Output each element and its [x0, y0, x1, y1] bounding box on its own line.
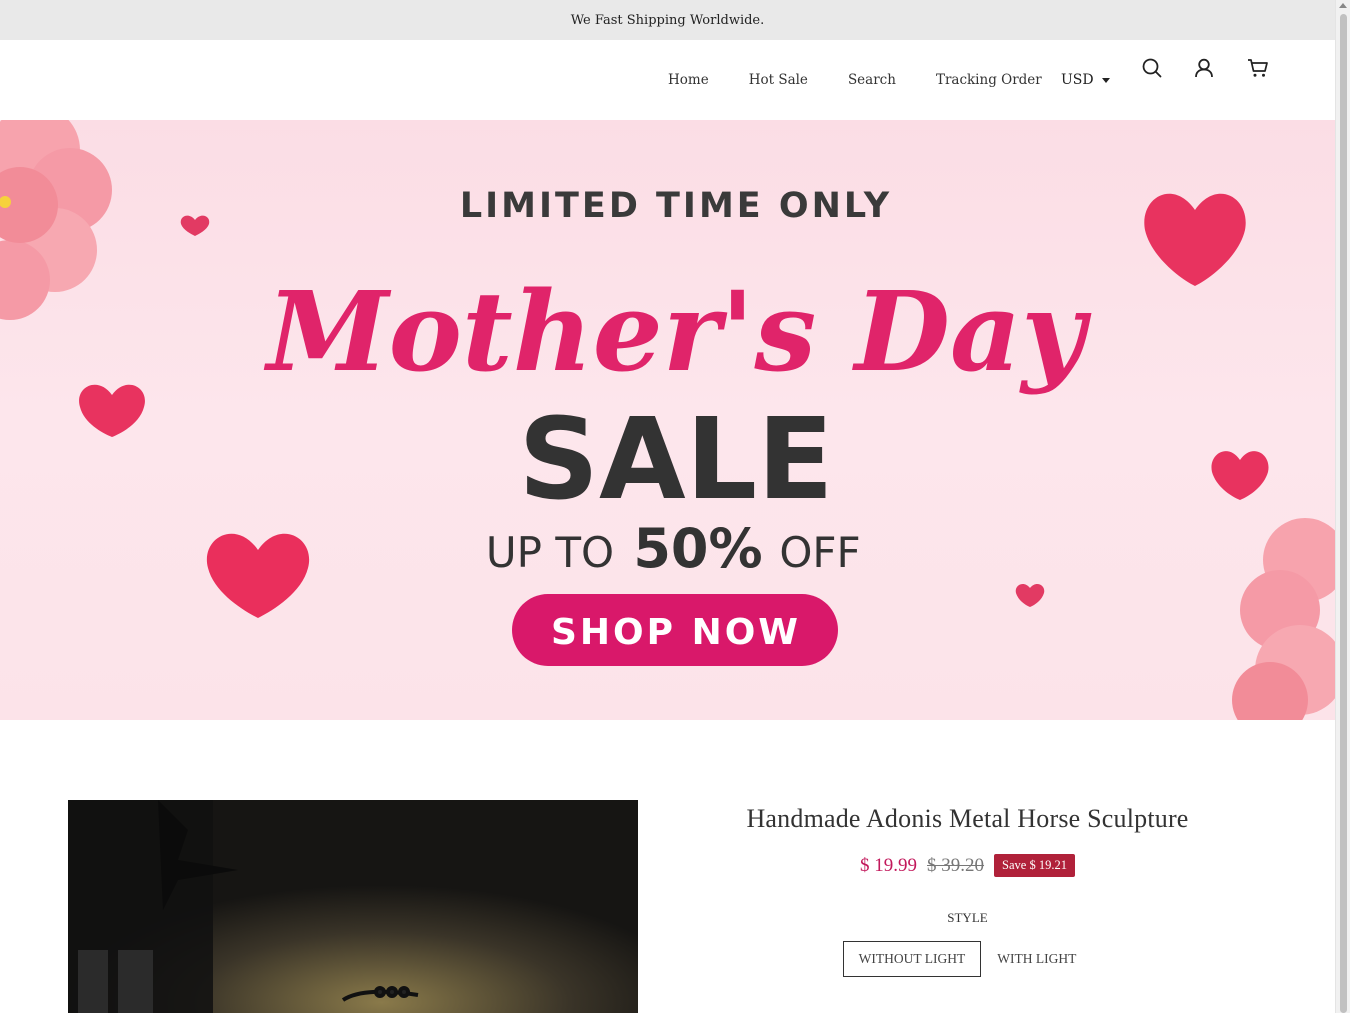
currency-value: USD: [1061, 72, 1094, 88]
currency-selector[interactable]: USD: [1061, 40, 1110, 120]
announcement-bar: We Fast Shipping Worldwide.: [0, 0, 1335, 40]
nav-tracking-order[interactable]: Tracking Order: [936, 72, 1042, 88]
product-title: Handmade Adonis Metal Horse Sculpture: [746, 804, 1189, 833]
nav-search[interactable]: Search: [848, 72, 896, 88]
save-badge: Save $ 19.21: [994, 854, 1075, 877]
banner-artwork: LIMITED TIME ONLY Mother's Day SALE UP T…: [0, 120, 1335, 720]
product-info: Handmade Adonis Metal Horse Sculpture $ …: [640, 800, 1295, 977]
banner-percent: 50%: [633, 517, 762, 580]
product-photo: [68, 800, 638, 1013]
product-section: Handmade Adonis Metal Horse Sculpture $ …: [0, 720, 1335, 1013]
nav-home[interactable]: Home: [668, 72, 709, 88]
option-with-light[interactable]: WITH LIGHT: [981, 941, 1092, 977]
chevron-down-icon: [1101, 77, 1110, 83]
cart-icon[interactable]: [1247, 57, 1269, 79]
style-options: WITHOUT LIGHT WITH LIGHT: [640, 941, 1295, 977]
banner-off: OFF: [779, 528, 860, 577]
site-header: Home Hot Sale Search Tracking Order USD: [0, 40, 1335, 120]
main-nav: Home Hot Sale Search Tracking Order: [648, 40, 1062, 120]
flower-left: [0, 120, 112, 320]
flower-right: [1232, 518, 1335, 720]
scrollbar-thumb[interactable]: [1340, 14, 1347, 1013]
banner-script-title: Mother's Day: [263, 267, 1092, 396]
banner-line1: LIMITED TIME ONLY: [460, 186, 892, 226]
hero-banner[interactable]: LIMITED TIME ONLY Mother's Day SALE UP T…: [0, 120, 1335, 720]
announcement-text: We Fast Shipping Worldwide.: [570, 12, 765, 28]
style-label: STYLE: [947, 910, 988, 925]
price-row: $ 19.99 $ 39.20 Save $ 19.21: [640, 854, 1295, 877]
scroll-up-arrow-icon[interactable]: [1339, 3, 1347, 8]
search-icon[interactable]: [1141, 57, 1163, 79]
nav-hot-sale[interactable]: Hot Sale: [749, 72, 808, 88]
option-without-light[interactable]: WITHOUT LIGHT: [842, 941, 982, 977]
shop-now-label: SHOP NOW: [551, 612, 801, 653]
page: We Fast Shipping Worldwide. Home Hot Sal…: [0, 0, 1335, 1013]
compare-price: $ 39.20: [927, 854, 985, 876]
product-image[interactable]: [68, 800, 638, 1013]
scrollbar[interactable]: [1335, 0, 1350, 1013]
sale-price: $ 19.99: [860, 854, 918, 876]
account-icon[interactable]: [1193, 57, 1215, 79]
shop-now-button[interactable]: SHOP NOW: [512, 594, 838, 666]
banner-up-to: UP TO: [486, 528, 614, 577]
banner-sale: SALE: [518, 395, 833, 525]
